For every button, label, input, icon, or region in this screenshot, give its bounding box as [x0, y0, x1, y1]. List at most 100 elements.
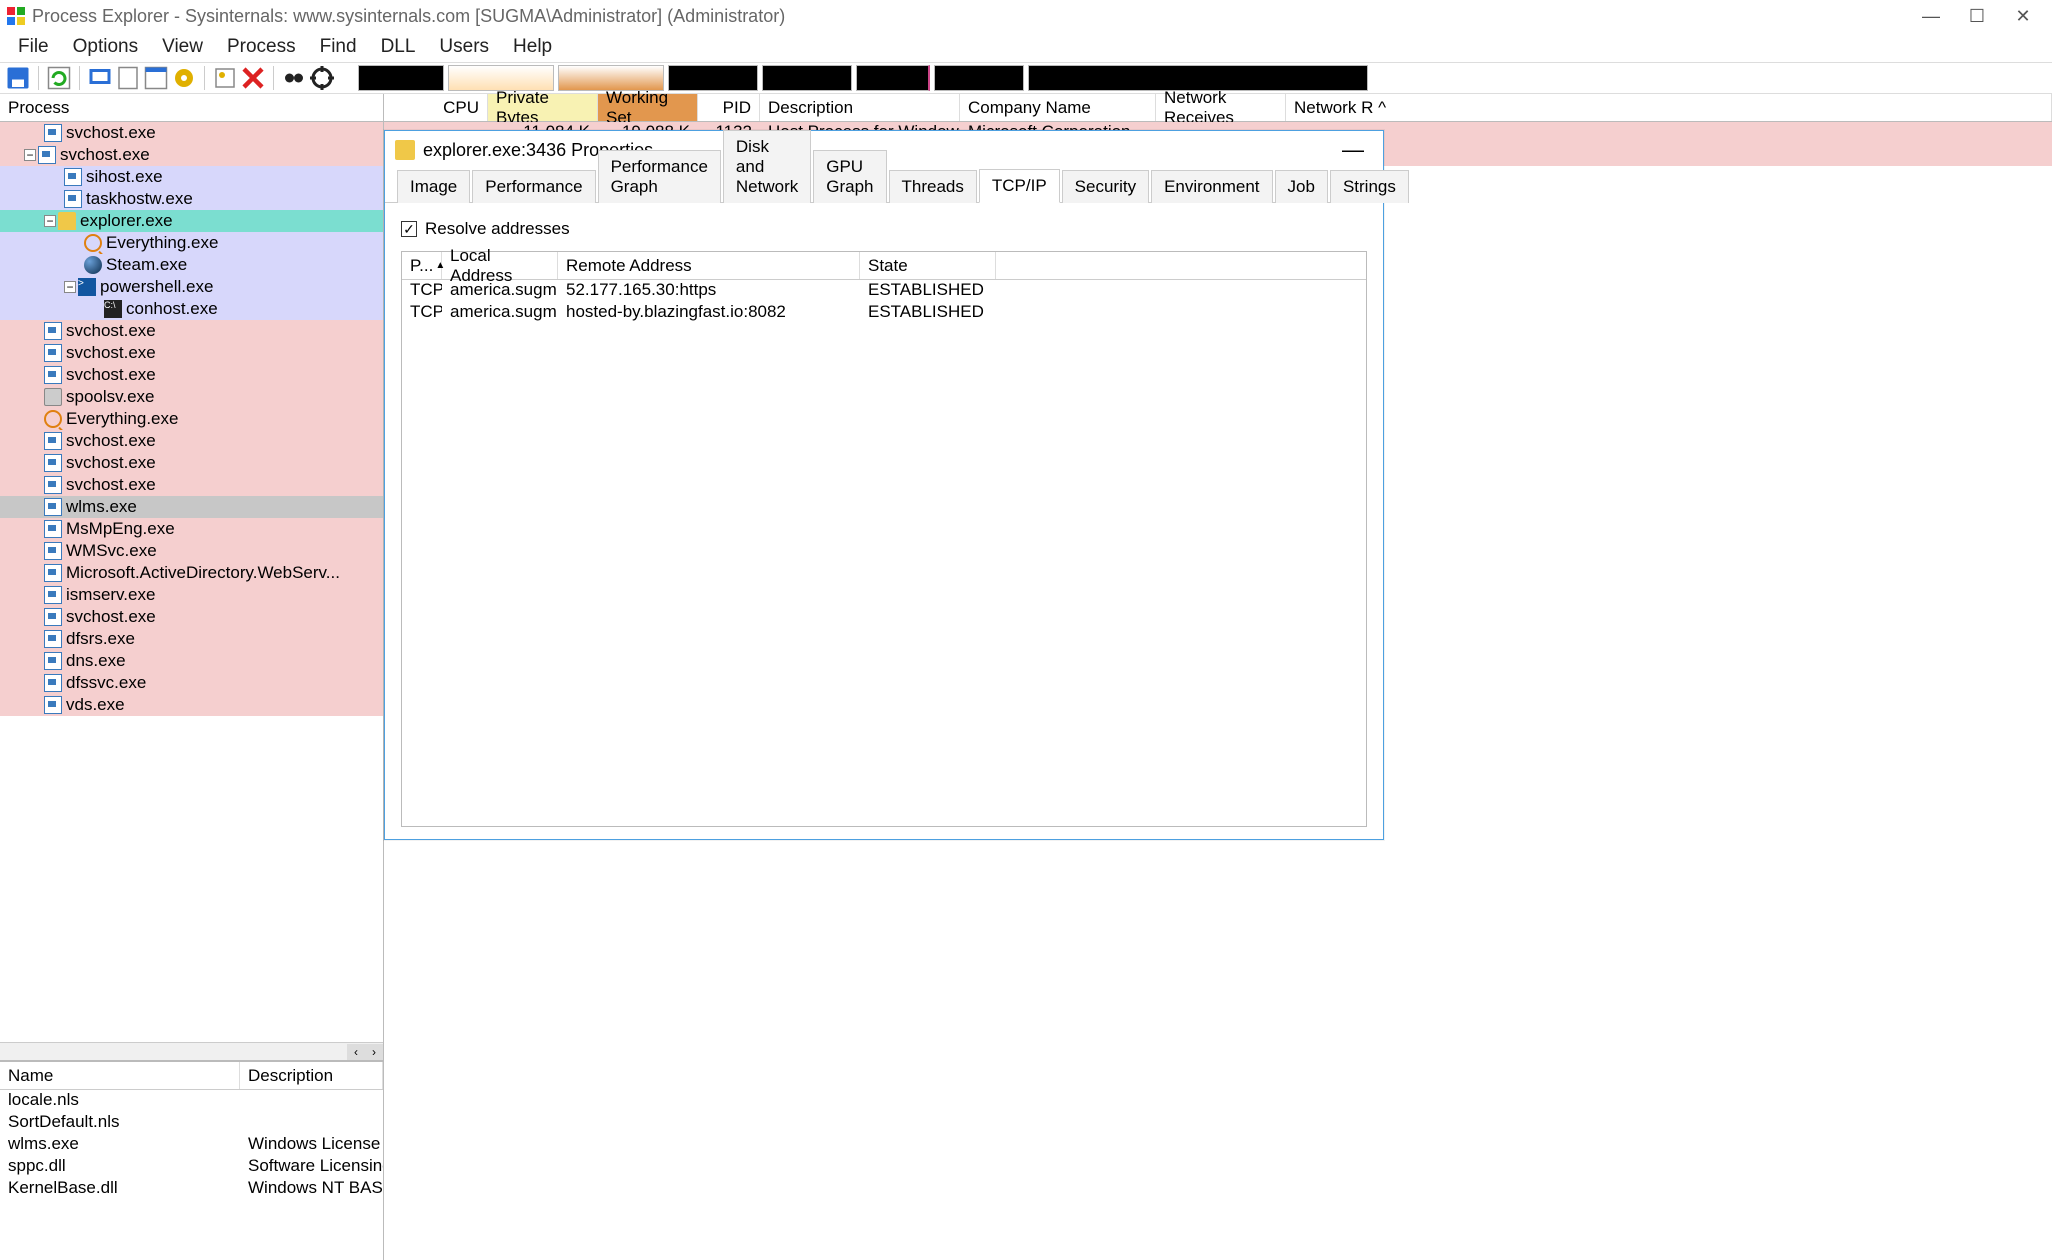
private-bytes-header[interactable]: Private Bytes	[488, 94, 598, 121]
lower-name-header[interactable]: Name	[0, 1062, 240, 1089]
folder-icon	[395, 140, 415, 160]
kill-icon[interactable]	[241, 66, 265, 90]
menu-process[interactable]: Process	[215, 34, 308, 60]
tab-performance[interactable]: Performance	[472, 170, 595, 203]
process-row[interactable]: svchost.exe	[0, 320, 383, 342]
tab-performance-graph[interactable]: Performance Graph	[598, 150, 721, 203]
process-row[interactable]: sihost.exe	[0, 166, 383, 188]
refresh-icon[interactable]	[47, 66, 71, 90]
tree-toggle-icon[interactable]: −	[64, 281, 76, 293]
toolbar	[0, 62, 2052, 94]
process-row[interactable]: wlms.exe	[0, 496, 383, 518]
resolve-addresses-checkbox[interactable]: ✓ Resolve addresses	[401, 219, 1367, 239]
connection-row[interactable]: TCP america.sugm... 52.177.165.30:https …	[402, 280, 1366, 302]
process-column-header[interactable]: Process	[0, 94, 383, 122]
lower-row[interactable]: KernelBase.dll Windows NT BASE A	[0, 1178, 383, 1200]
scroll-left-icon[interactable]: ‹	[347, 1044, 365, 1060]
process-row[interactable]: WMSvc.exe	[0, 540, 383, 562]
process-row[interactable]: Everything.exe	[0, 408, 383, 430]
process-row[interactable]: Everything.exe	[0, 232, 383, 254]
connection-row[interactable]: TCP america.sugm... hosted-by.blazingfas…	[402, 302, 1366, 324]
window-icon[interactable]	[144, 66, 168, 90]
tab-disk-and-network[interactable]: Disk and Network	[723, 130, 811, 203]
process-row[interactable]: svchost.exe	[0, 474, 383, 496]
net-receives-header[interactable]: Network Receives	[1156, 94, 1286, 121]
maximize-button[interactable]: ☐	[1954, 2, 2000, 30]
process-row[interactable]: taskhostw.exe	[0, 188, 383, 210]
save-icon[interactable]	[6, 66, 30, 90]
scroll-right-icon[interactable]: ›	[365, 1044, 383, 1060]
process-row[interactable]: C:\conhost.exe	[0, 298, 383, 320]
lower-row[interactable]: locale.nls	[0, 1090, 383, 1112]
tab-threads[interactable]: Threads	[889, 170, 977, 203]
process-name: spoolsv.exe	[66, 387, 155, 407]
description-header[interactable]: Description	[760, 94, 960, 121]
menu-file[interactable]: File	[6, 34, 61, 60]
tab-environment[interactable]: Environment	[1151, 170, 1272, 203]
minimize-button[interactable]: —	[1908, 2, 1954, 30]
properties-icon[interactable]	[116, 66, 140, 90]
cmd-icon: C:\	[104, 300, 122, 318]
tab-security[interactable]: Security	[1062, 170, 1149, 203]
process-row[interactable]: svchost.exe	[0, 342, 383, 364]
mag-icon	[84, 234, 102, 252]
process-row[interactable]: vds.exe	[0, 694, 383, 716]
process-row[interactable]: dfssvc.exe	[0, 672, 383, 694]
process-name: powershell.exe	[100, 277, 213, 297]
process-row[interactable]: svchost.exe	[0, 452, 383, 474]
close-button[interactable]: ✕	[2000, 2, 2046, 30]
find-icon[interactable]	[282, 66, 306, 90]
working-set-header[interactable]: Working Set	[598, 94, 698, 121]
process-row[interactable]: −>powershell.exe	[0, 276, 383, 298]
menu-help[interactable]: Help	[501, 34, 564, 60]
process-row[interactable]: spoolsv.exe	[0, 386, 383, 408]
process-row[interactable]: svchost.exe	[0, 430, 383, 452]
menu-users[interactable]: Users	[427, 34, 501, 60]
cpu-header[interactable]: CPU	[384, 94, 488, 121]
process-name: dns.exe	[66, 651, 126, 671]
folder-icon	[58, 212, 76, 230]
menu-find[interactable]: Find	[308, 34, 369, 60]
company-header[interactable]: Company Name	[960, 94, 1156, 121]
tree-toggle-icon[interactable]: −	[24, 149, 36, 161]
proto-header[interactable]: P...▲	[402, 252, 442, 279]
lower-row[interactable]: SortDefault.nls	[0, 1112, 383, 1134]
lower-row[interactable]: wlms.exe Windows License Mo	[0, 1134, 383, 1156]
process-row[interactable]: svchost.exe	[0, 364, 383, 386]
tab-tcp-ip[interactable]: TCP/IP	[979, 169, 1060, 203]
net-r-header[interactable]: Network R ^	[1286, 94, 2052, 121]
process-row[interactable]: svchost.exe	[0, 122, 383, 144]
handle-icon[interactable]	[213, 66, 237, 90]
local-address-header[interactable]: Local Address	[442, 252, 558, 279]
tree-hscroll[interactable]: ‹ ›	[0, 1042, 383, 1060]
exe-icon	[44, 542, 62, 560]
tab-job[interactable]: Job	[1275, 170, 1328, 203]
cell-local-address: america.sugm...	[442, 280, 558, 302]
target-icon[interactable]	[310, 66, 334, 90]
process-row[interactable]: Steam.exe	[0, 254, 383, 276]
gear-icon[interactable]	[172, 66, 196, 90]
dialog-minimize-button[interactable]: —	[1333, 137, 1373, 163]
process-row[interactable]: MsMpEng.exe	[0, 518, 383, 540]
lower-row[interactable]: sppc.dll Software Licensing Cl	[0, 1156, 383, 1178]
process-row[interactable]: dfsrs.exe	[0, 628, 383, 650]
lower-desc-header[interactable]: Description	[240, 1062, 383, 1089]
state-header[interactable]: State	[860, 252, 996, 279]
tab-gpu-graph[interactable]: GPU Graph	[813, 150, 886, 203]
process-row[interactable]: ismserv.exe	[0, 584, 383, 606]
process-name: conhost.exe	[126, 299, 218, 319]
tab-image[interactable]: Image	[397, 170, 470, 203]
process-row[interactable]: −svchost.exe	[0, 144, 383, 166]
tree-toggle-icon[interactable]: −	[44, 215, 56, 227]
tab-strings[interactable]: Strings	[1330, 170, 1409, 203]
sysinfo-icon[interactable]	[88, 66, 112, 90]
process-row[interactable]: Microsoft.ActiveDirectory.WebServ...	[0, 562, 383, 584]
process-row[interactable]: svchost.exe	[0, 606, 383, 628]
menu-dll[interactable]: DLL	[369, 34, 428, 60]
menu-view[interactable]: View	[150, 34, 215, 60]
menu-options[interactable]: Options	[61, 34, 150, 60]
process-row[interactable]: dns.exe	[0, 650, 383, 672]
remote-address-header[interactable]: Remote Address	[558, 252, 860, 279]
process-row[interactable]: −explorer.exe	[0, 210, 383, 232]
pid-header[interactable]: PID	[698, 94, 760, 121]
